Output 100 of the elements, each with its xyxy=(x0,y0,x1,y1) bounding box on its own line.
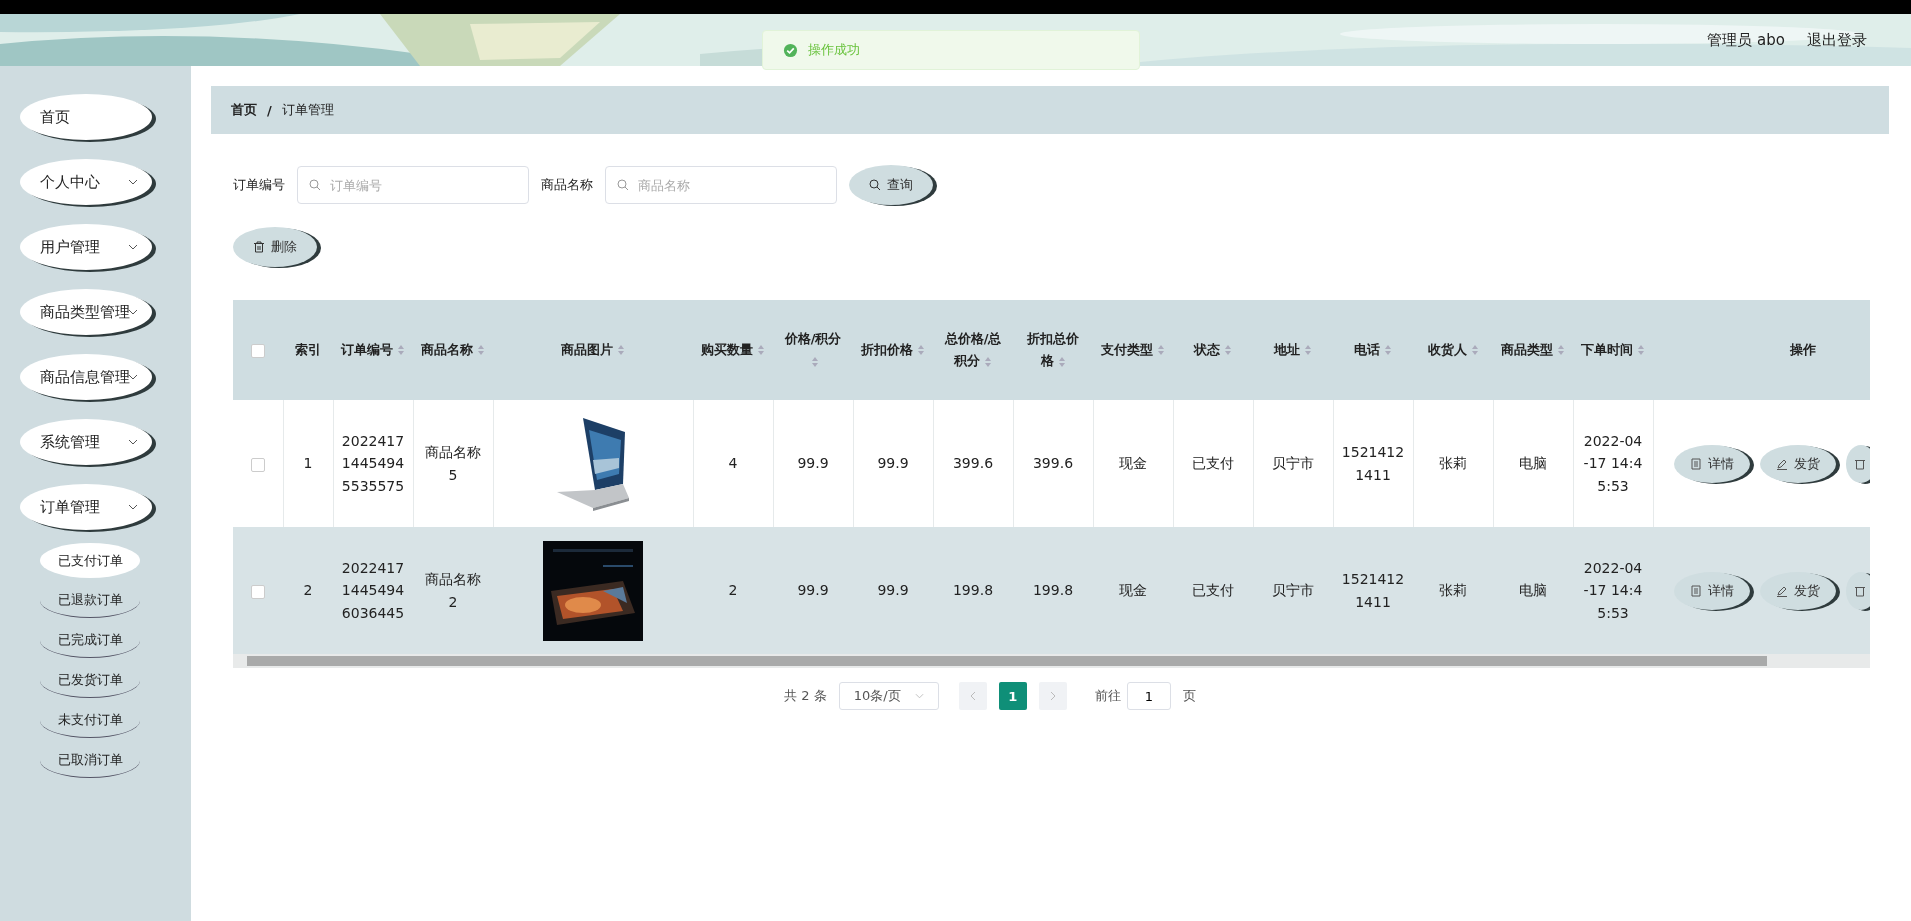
table-cell: 张莉 xyxy=(1439,582,1467,599)
table-cell: 已支付 xyxy=(1192,582,1234,599)
sort-icon xyxy=(617,344,625,357)
table-cell: 20224171445494 5535575 xyxy=(341,432,405,494)
column-header[interactable]: 电话 xyxy=(1354,338,1392,362)
details-button[interactable]: 详情 xyxy=(1673,571,1750,610)
sort-icon xyxy=(397,344,405,357)
breadcrumb-separator: / xyxy=(267,102,272,118)
column-header[interactable]: 折扣价格 xyxy=(861,338,925,362)
chevron-right-icon xyxy=(1049,691,1056,701)
sort-icon xyxy=(1157,344,1165,357)
chevron-icon xyxy=(128,244,138,250)
field-label: 订单编号 xyxy=(233,176,285,194)
search-field[interactable]: 订单编号 xyxy=(297,166,529,204)
previous-page-button[interactable] xyxy=(958,682,987,710)
trash-icon xyxy=(253,241,265,253)
menu-item[interactable]: 系统管理 xyxy=(20,419,152,465)
logout-link[interactable]: 退出登录 xyxy=(1807,30,1867,50)
submenu-item[interactable]: 已取消订单 xyxy=(40,743,140,778)
table-cell: 99.9 xyxy=(877,582,909,599)
menu-item[interactable]: 订单管理 xyxy=(20,484,152,530)
ship-button[interactable]: 发货 xyxy=(1759,444,1836,483)
table-cell: 电脑 xyxy=(1519,582,1547,599)
sort-icon xyxy=(1057,355,1066,368)
column-header[interactable]: 商品名称 xyxy=(421,338,485,362)
goto-label: 前往 xyxy=(1094,687,1121,705)
table-cell: 99.9 xyxy=(797,455,829,472)
next-page-button[interactable] xyxy=(1038,682,1067,710)
search-icon xyxy=(309,179,321,191)
table-cell: 现金 xyxy=(1119,582,1147,599)
menu-item[interactable]: 个人中心 xyxy=(20,159,152,205)
sort-icon xyxy=(1637,344,1645,357)
column-header[interactable]: 购买数量 xyxy=(701,338,765,362)
details-button[interactable]: 详情 xyxy=(1673,444,1750,483)
sort-icon xyxy=(1470,344,1479,357)
column-header[interactable]: 地址 xyxy=(1274,338,1312,362)
table-cell: 199.8 xyxy=(952,582,994,599)
submenu-item[interactable]: 已完成订单 xyxy=(40,623,140,658)
table-cell: 1 xyxy=(303,455,313,472)
select-all-checkbox[interactable] xyxy=(251,343,265,358)
horizontal-scrollbar[interactable] xyxy=(233,654,1870,668)
sort-icon xyxy=(757,344,765,357)
submenu-item[interactable]: 已发货订单 xyxy=(40,663,140,698)
chevron-icon xyxy=(128,309,138,315)
submenu-item[interactable]: 已退款订单 xyxy=(40,583,140,618)
row-checkbox[interactable] xyxy=(250,584,265,599)
table-cell: 399.6 xyxy=(1032,455,1074,472)
trash-icon xyxy=(1853,457,1866,470)
sort-icon xyxy=(811,355,819,368)
field-label: 商品名称 xyxy=(541,176,593,194)
chevron-icon xyxy=(128,374,138,380)
column-header[interactable]: 收货人 xyxy=(1427,338,1479,362)
search-field[interactable]: 商品名称 xyxy=(605,166,837,204)
sort-icon xyxy=(984,355,992,368)
table-cell: 贝宁市 xyxy=(1272,455,1314,472)
ship-button[interactable]: 发货 xyxy=(1759,571,1836,610)
submenu-item[interactable]: 已支付订单 xyxy=(40,543,140,578)
table-cell: 2 xyxy=(303,582,313,599)
delete-button[interactable]: 删除 xyxy=(233,227,317,267)
document-icon xyxy=(1689,457,1702,470)
column-header[interactable]: 下单时间 xyxy=(1581,338,1645,362)
chevron-icon xyxy=(128,504,138,510)
document-icon xyxy=(1689,584,1702,597)
breadcrumb-item[interactable]: 首页 xyxy=(231,101,257,119)
search-icon xyxy=(617,179,629,191)
column-header: 索引 xyxy=(295,340,321,359)
column-header[interactable]: 商品图片 xyxy=(561,338,625,362)
menu-item[interactable]: 首页 xyxy=(20,94,152,140)
submenu-item[interactable]: 未支付订单 xyxy=(40,703,140,738)
chevron-left-icon xyxy=(969,691,976,701)
table-cell: 4 xyxy=(728,455,738,472)
chevron-icon xyxy=(914,693,924,699)
menu-item[interactable]: 用户管理 xyxy=(20,224,152,270)
table-cell: 现金 xyxy=(1119,455,1147,472)
pencil-icon xyxy=(1775,457,1788,470)
sort-icon xyxy=(1224,344,1232,357)
table-cell: 已支付 xyxy=(1192,455,1234,472)
column-header[interactable]: 状态 xyxy=(1194,338,1232,362)
sort-icon xyxy=(477,344,485,357)
page-input[interactable]: 1 xyxy=(1126,682,1171,710)
page-size-select[interactable]: 10条/页 xyxy=(838,682,939,710)
sort-icon xyxy=(1557,344,1565,357)
table-cell: 199.8 xyxy=(1032,582,1074,599)
column-header[interactable]: 价格/积分 xyxy=(781,327,845,373)
column-header[interactable]: 订单编号 xyxy=(341,338,405,362)
menu-item[interactable]: 商品信息管理 xyxy=(20,354,152,400)
icon-button[interactable] xyxy=(1845,571,1870,610)
column-header[interactable]: 支付类型 xyxy=(1101,338,1165,362)
menu-item[interactable]: 商品类型管理 xyxy=(20,289,152,335)
trash-icon xyxy=(1853,584,1866,597)
table-cell: 399.6 xyxy=(952,455,994,472)
column-header[interactable]: 商品类型 xyxy=(1501,338,1565,362)
row-checkbox[interactable] xyxy=(250,457,265,472)
table-cell: 2022-04-17 14:45:53 xyxy=(1583,432,1643,494)
chevron-icon xyxy=(128,179,138,185)
column-header[interactable]: 总价格/总积分 xyxy=(941,327,1005,373)
column-header[interactable]: 折扣总价格 xyxy=(1021,327,1085,373)
search-button[interactable]: 查询 xyxy=(849,165,933,205)
page-number[interactable]: 1 xyxy=(998,682,1027,710)
icon-button[interactable] xyxy=(1845,444,1870,483)
